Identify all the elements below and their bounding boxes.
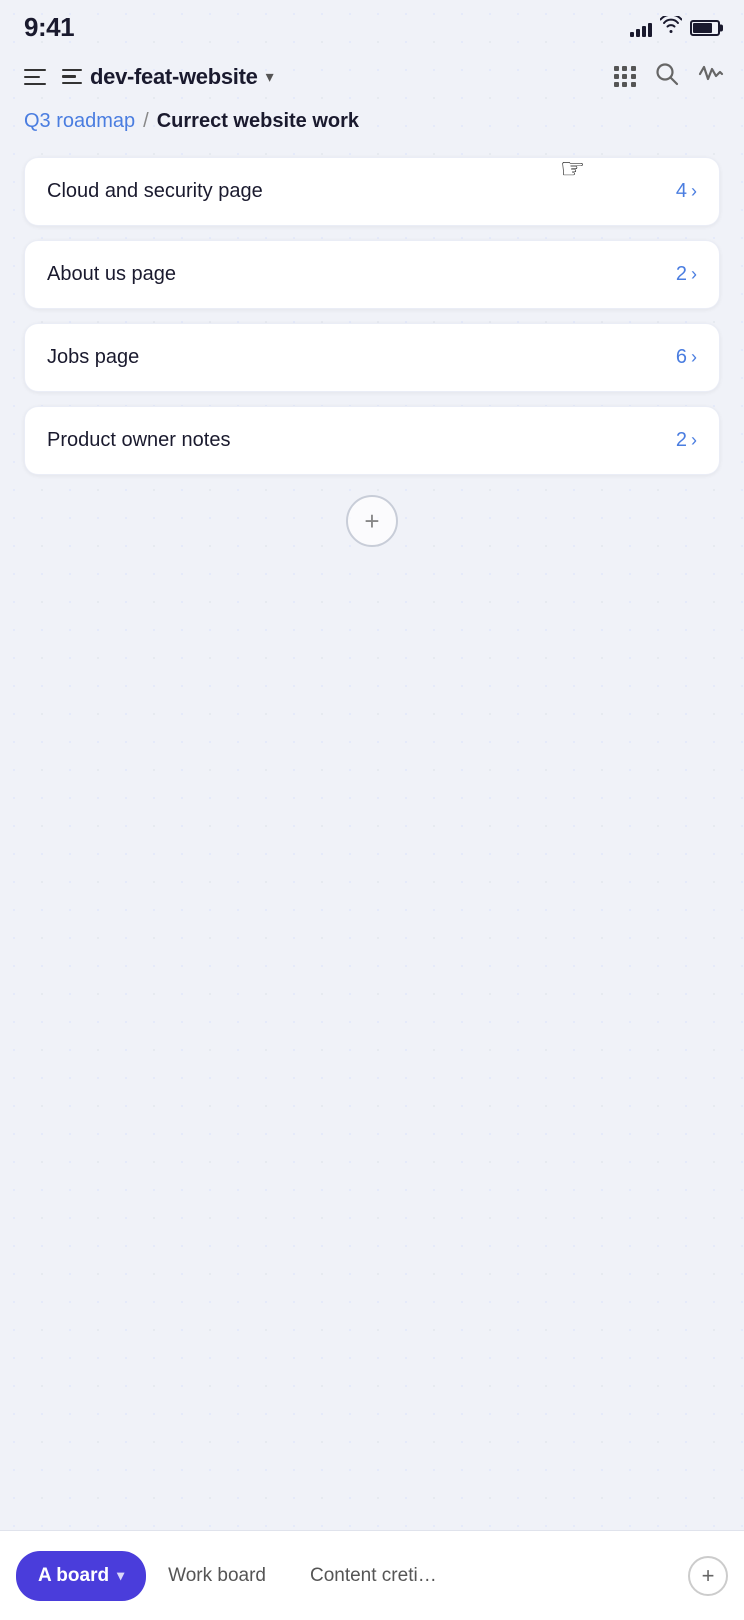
status-bar: 9:41 — [0, 0, 744, 51]
active-tab-label: A board — [38, 1565, 109, 1587]
main-content: Cloud and security page 4› About us page 2›… — [0, 147, 744, 485]
toolbar-right — [614, 61, 724, 92]
breadcrumb: Q3 roadmap / Currect website work — [0, 102, 744, 147]
bottom-bar: A board ▾ Work board Content cretion pi … — [0, 1530, 744, 1620]
list-item-name: About us page — [47, 263, 176, 286]
battery-icon — [690, 20, 720, 36]
list-item-name: Product owner notes — [47, 429, 230, 452]
project-title-group: dev-feat-website ▾ — [60, 64, 604, 90]
active-tab-chevron: ▾ — [117, 1567, 124, 1584]
add-button-container: + — [0, 495, 744, 547]
list-item-count: 4› — [676, 180, 697, 203]
list-item-cloud-security[interactable]: Cloud and security page 4› — [24, 157, 720, 226]
list-item-product-owner-notes[interactable]: Product owner notes 2› — [24, 406, 720, 475]
chevron-down-icon[interactable]: ▾ — [266, 67, 274, 87]
add-item-button[interactable]: + — [346, 495, 398, 547]
project-name[interactable]: dev-feat-website — [90, 64, 258, 90]
chevron-right-icon: › — [691, 264, 697, 285]
list-icon — [60, 67, 84, 87]
chevron-right-icon: › — [691, 430, 697, 451]
list-item-jobs[interactable]: Jobs page 6› — [24, 323, 720, 392]
grid-icon[interactable] — [614, 66, 636, 88]
activity-icon[interactable] — [698, 61, 724, 92]
list-item-name: Jobs page — [47, 346, 139, 369]
breadcrumb-parent[interactable]: Q3 roadmap — [24, 110, 135, 133]
status-time: 9:41 — [24, 12, 74, 43]
active-tab[interactable]: A board ▾ — [16, 1551, 146, 1601]
list-item-about-us[interactable]: About us page 2› — [24, 240, 720, 309]
search-icon[interactable] — [654, 61, 680, 92]
wifi-icon — [660, 16, 682, 39]
list-item-count: 6› — [676, 346, 697, 369]
breadcrumb-current: Currect website work — [157, 110, 359, 133]
add-tab-button[interactable]: + — [688, 1556, 728, 1596]
toolbar: dev-feat-website ▾ — [0, 51, 744, 102]
list-item-count: 2› — [676, 263, 697, 286]
tab-work-board[interactable]: Work board — [146, 1551, 288, 1601]
chevron-right-icon: › — [691, 347, 697, 368]
hamburger-icon[interactable] — [20, 65, 50, 89]
status-icons — [630, 16, 720, 39]
breadcrumb-separator: / — [143, 110, 149, 133]
tab-content-creation[interactable]: Content cretion pi — [288, 1551, 468, 1601]
signal-icon — [630, 19, 652, 37]
chevron-right-icon: › — [691, 181, 697, 202]
list-item-count: 2› — [676, 429, 697, 452]
list-item-name: Cloud and security page — [47, 180, 263, 203]
